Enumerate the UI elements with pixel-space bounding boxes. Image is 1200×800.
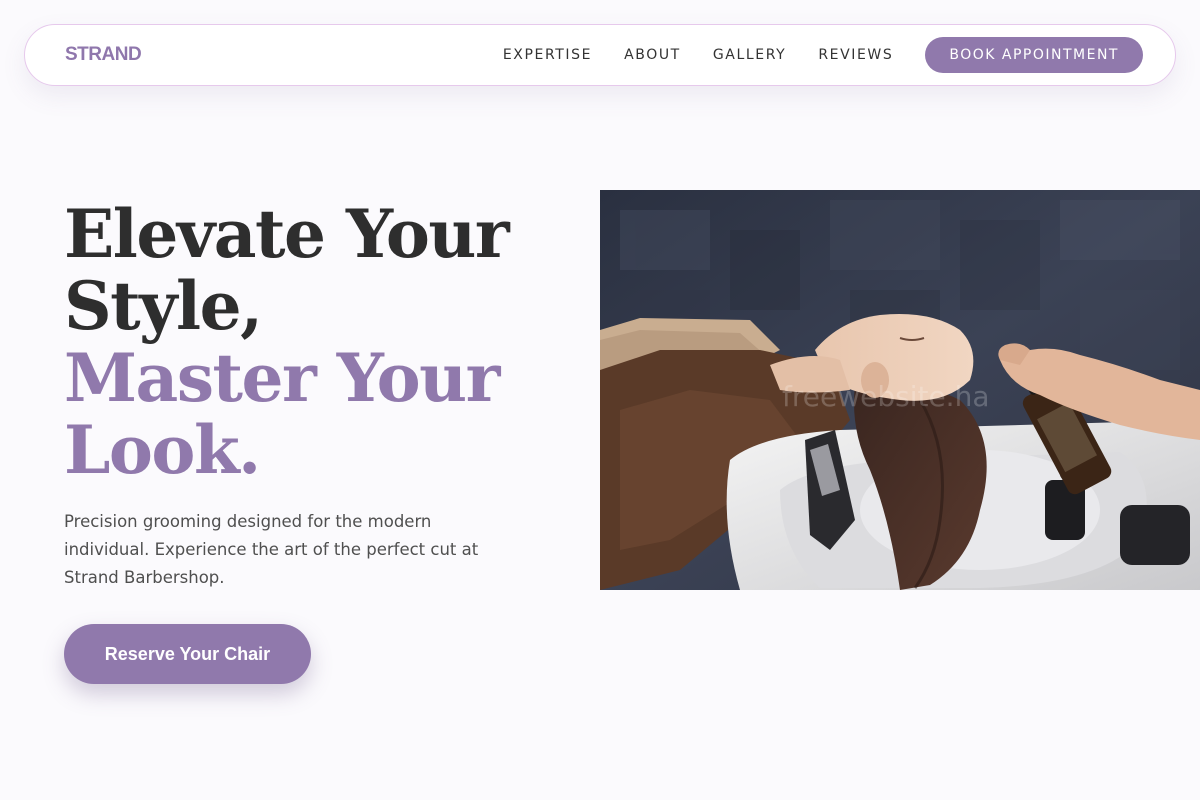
nav-links: EXPERTISE ABOUT GALLERY REVIEWS BOOK APP…	[503, 37, 1143, 73]
hero-image: freewebsite.ha	[600, 190, 1200, 590]
nav-link-reviews[interactable]: REVIEWS	[818, 47, 893, 63]
nav-link-expertise[interactable]: EXPERTISE	[503, 47, 592, 63]
navbar: STRAND EXPERTISE ABOUT GALLERY REVIEWS B…	[24, 24, 1176, 86]
landing-page: STRAND EXPERTISE ABOUT GALLERY REVIEWS B…	[0, 0, 1200, 800]
nav-link-about[interactable]: ABOUT	[624, 47, 681, 63]
hero-description: Precision grooming designed for the mode…	[64, 512, 479, 587]
brand-logo[interactable]: STRAND	[65, 44, 142, 66]
hero-title-line: Elevate Your	[64, 195, 510, 273]
reserve-chair-button[interactable]: Reserve Your Chair	[64, 624, 311, 684]
book-appointment-button[interactable]: BOOK APPOINTMENT	[925, 37, 1143, 73]
image-watermark: freewebsite.ha	[782, 380, 990, 413]
hero-title-line: Style,	[64, 267, 263, 345]
hero-title: Elevate Your Style, Master Your Look.	[64, 198, 584, 486]
hero-title-accent-line: Master Your	[64, 339, 500, 417]
hero-title-accent-line: Look.	[64, 411, 261, 489]
nav-link-gallery[interactable]: GALLERY	[713, 47, 786, 63]
